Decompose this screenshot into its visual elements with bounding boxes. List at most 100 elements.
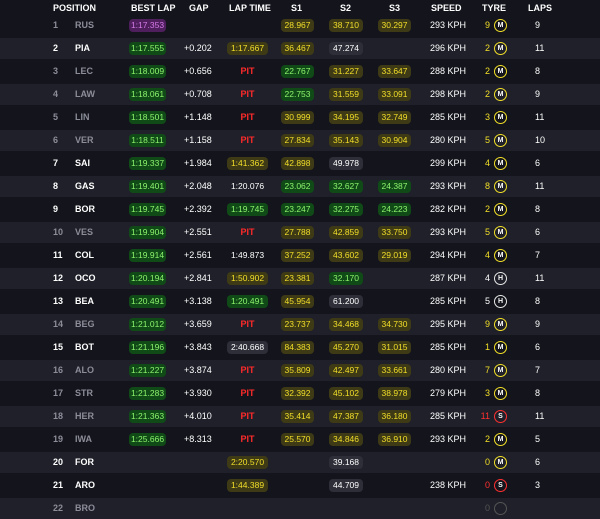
sector-3-time: 34.730 [378,318,411,331]
sector-3-time: 30.297 [378,19,411,32]
tyre-compound-icon: M [494,157,507,170]
driver-code: HER [75,411,95,421]
last-lap-time: 1:49.873 [230,250,265,260]
sector-2-time: 32.170 [329,272,363,285]
table-row[interactable]: 10 VES 1:19.904 +2.551 PIT 27.788 42.859 33.750… [0,222,600,243]
best-lap-time: 1:17.555 [129,42,166,55]
tyre-age: 0 [484,457,490,467]
speed-trap: 296 KPH [430,43,467,53]
table-row[interactable]: 18 HER 1:21.363 +4.010 PIT 35.414 47.387 36.180… [0,406,600,427]
best-lap-time: 1:21.196 [129,341,166,354]
position-number: 16 [53,365,64,375]
best-lap-time: 1:18.511 [129,134,166,147]
pit-indicator: PIT [240,227,255,237]
sector-3-time: 30.904 [378,134,411,147]
driver-code: VES [75,227,94,237]
laps-count: 11 [535,273,545,283]
table-row[interactable]: 13 BEA 1:20.491 +3.138 1:20.491 45.954 61.200 2… [0,291,600,312]
sector-2-time: 34.846 [329,433,363,446]
header-gap: GAP [189,3,209,13]
sector-1-time: 23.381 [281,272,314,285]
table-row[interactable]: 7 SAI 1:19.337 +1.984 1:41.362 42.898 49.978 29… [0,153,600,174]
gap-value: +8.313 [184,434,212,444]
table-row[interactable]: 8 GAS 1:19.401 +2.048 1:20.076 23.062 32.627 24… [0,176,600,197]
gap-value: +2.551 [184,227,212,237]
speed-trap: 295 KPH [430,319,467,329]
tyre-age: 2 [484,434,490,444]
gap-value: +0.708 [184,89,212,99]
table-row[interactable]: 19 IWA 1:25.666 +8.313 PIT 25.570 34.846 36.910… [0,429,600,450]
table-row[interactable]: 16 ALO 1:21.227 +3.874 PIT 35.809 42.497 33.661… [0,360,600,381]
tyre-age: 9 [484,20,490,30]
sector-2-time: 45.270 [329,341,363,354]
header-tyre: TYRE [482,3,507,13]
gap-value: +4.010 [184,411,212,421]
position-number: 17 [53,388,64,398]
table-row[interactable]: 11 COL 1:19.914 +2.561 1:49.873 37.252 43.602 2… [0,245,600,266]
driver-code: BEA [75,296,95,306]
last-lap-time: 1:20.076 [230,181,265,191]
position-number: 22 [53,503,64,513]
position-number: 14 [53,319,64,329]
header-s2: S2 [340,3,352,13]
speed-trap: 293 KPH [430,181,467,191]
timing-board: POSITION BEST LAP GAP LAP TIME S1 S2 S3 … [0,0,600,519]
table-row[interactable]: 3 LEC 1:18.009 +0.656 PIT 22.767 31.227 33.647 2… [0,61,600,82]
table-row[interactable]: 21 ARO 1:44.389 44.709 238 KPH 0 S 3 [0,475,600,496]
speed-trap: 298 KPH [430,89,467,99]
position-number: 7 [53,158,59,168]
table-row[interactable]: 14 BEG 1:21.012 +3.659 PIT 23.737 34.468 34.730… [0,314,600,335]
best-lap-time: 1:21.227 [129,364,166,377]
position-number: 6 [53,135,59,145]
sector-2-time: 45.102 [329,387,363,400]
tyre-age: 11 [480,411,490,421]
table-row[interactable]: 15 BOT 1:21.196 +3.843 2:40.668 84.383 45.270 3… [0,337,600,358]
table-row[interactable]: 17 STR 1:21.283 +3.930 PIT 32.392 45.102 38.978… [0,383,600,404]
best-lap-time: 1:19.745 [129,203,166,216]
position-number: 9 [53,204,59,214]
driver-code: GAS [75,181,95,191]
header-speed: SPEED [431,3,462,13]
laps-count: 11 [535,43,545,53]
laps-count: 8 [535,66,541,76]
driver-code: BOR [75,204,95,214]
sector-3-time: 29.019 [378,249,411,262]
table-row[interactable]: 12 OCO 1:20.194 +2.841 1:50.902 23.381 32.170 2… [0,268,600,289]
best-lap-time: 1:19.904 [129,226,166,239]
tyre-age: 2 [484,89,490,99]
driver-code: BRO [75,503,95,513]
sector-3-time: 24.223 [378,203,411,216]
sector-3-time: 33.750 [378,226,411,239]
table-row[interactable]: 1 RUS 1:17.353 28.967 38.710 30.297 293 KPH 9 M 9 [0,15,600,36]
gap-value: +2.561 [184,250,212,260]
speed-trap: 282 KPH [430,204,467,214]
table-row[interactable]: 4 LAW 1:18.061 +0.708 PIT 22.753 31.559 33.091 2… [0,84,600,105]
tyre-compound-icon: M [494,249,507,262]
table-row[interactable]: 6 VER 1:18.511 +1.158 PIT 27.834 35.143 30.904 2… [0,130,600,151]
table-row[interactable]: 20 FOR 2:20.570 39.168 0 M 6 [0,452,600,473]
table-row[interactable]: 2 PIA 1:17.555 +0.202 1:17.667 36.467 47.274 29… [0,38,600,59]
sector-1-time: 30.999 [281,111,314,124]
tyre-compound-icon: H [494,272,507,285]
driver-code: BEG [75,319,95,329]
sector-2-time: 61.200 [329,295,363,308]
sector-2-time: 43.602 [329,249,363,262]
best-lap-time: 1:18.501 [129,111,166,124]
table-row[interactable]: 22 BRO 0 [0,498,600,519]
driver-code: LIN [75,112,90,122]
sector-2-time: 32.627 [329,180,363,193]
speed-trap: 288 KPH [430,66,467,76]
sector-1-time: 32.392 [281,387,314,400]
sector-1-time: 23.737 [281,318,314,331]
tyre-compound-icon: M [494,456,507,469]
tyre-compound-icon: M [494,42,507,55]
table-row[interactable]: 9 BOR 1:19.745 +2.392 1:19.745 23.247 32.275 24… [0,199,600,220]
laps-count: 3 [535,480,541,490]
speed-trap: 285 KPH [430,342,467,352]
laps-count: 6 [535,342,541,352]
table-row[interactable]: 5 LIN 1:18.501 +1.148 PIT 30.999 34.195 32.749 2… [0,107,600,128]
sector-1-time: 84.383 [281,341,314,354]
gap-value: +2.392 [184,204,212,214]
position-number: 8 [53,181,59,191]
laps-count: 11 [535,112,545,122]
